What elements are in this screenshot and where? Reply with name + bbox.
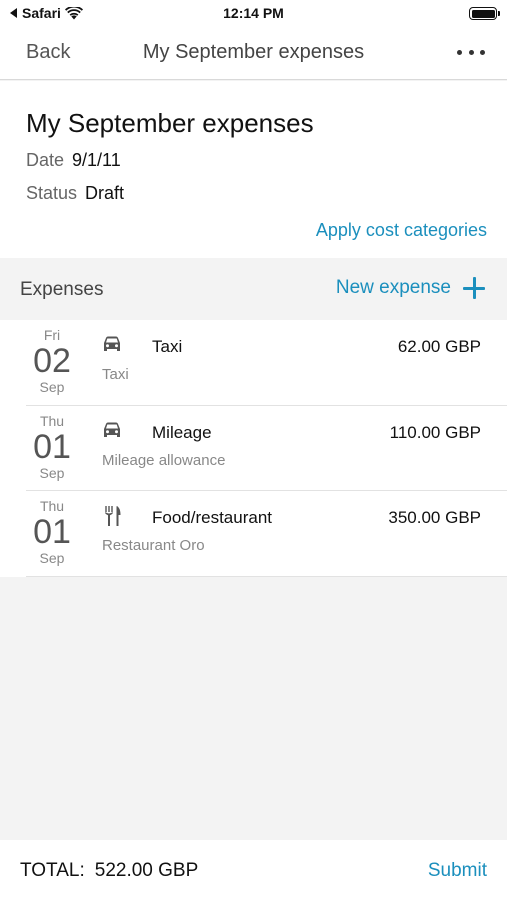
car-icon [104,422,120,437]
expense-date: Thu 01 Sep [22,413,82,481]
expense-day: 01 [33,513,71,551]
status-time: 12:14 PM [223,5,284,21]
expense-day: 01 [33,427,71,466]
expense-month: Sep [39,379,65,395]
new-expense-label: New expense [335,277,451,298]
expense-row[interactable]: Thu 01 Sep Mileage Mileage allowance 110… [0,406,507,492]
battery-icon [469,7,500,20]
expense-description: Mileage allowance [102,451,226,469]
plus-icon [463,277,485,299]
more-dot-icon [457,49,462,55]
date-row: Date 9/1/11 [26,150,121,171]
expense-description: Restaurant Oro [102,537,205,554]
total-label: TOTAL: [20,860,85,881]
expense-row[interactable]: Thu 01 Sep Food/restaurant Restaurant Or… [0,491,507,577]
footer-bar: TOTAL: 522.00 GBP Submit [0,840,507,900]
more-dot-icon [480,49,485,55]
status-value: Draft [85,183,125,203]
expense-date: Thu 01 Sep [22,498,82,566]
battery-fill [471,9,495,18]
expenses-section-title: Expenses [20,279,104,300]
expense-weekday: Thu [39,412,65,429]
status-row: Status Draft [26,183,124,204]
apply-cost-categories-link[interactable]: Apply cost categories [316,220,487,241]
expense-type: Taxi [152,337,183,356]
report-title: My September expenses [26,108,314,138]
status-label: Status [26,183,78,203]
expense-weekday: Fri [43,327,61,343]
expense-list: Fri 02 Sep Taxi Taxi 62.00 GBP Thu 01 Se… [0,320,507,577]
expense-month: Sep [39,464,65,481]
new-expense-button[interactable]: New expense [336,277,485,299]
date-value: 9/1/11 [72,150,121,170]
expense-description: Taxi [102,366,129,383]
submit-button[interactable]: Submit [428,860,487,882]
report-header: My September expenses Date 9/1/11 Status D… [0,81,507,258]
expense-row[interactable]: Fri 02 Sep Taxi Taxi 62.00 GBP [0,320,507,406]
expense-type: Food/restaurant [152,508,273,527]
expenses-section-header: Expenses New expense [0,258,507,320]
total: TOTAL: 522.00 GBP [20,860,198,882]
fork-knife-icon [105,506,121,526]
expense-day: 02 [33,342,71,380]
back-button[interactable]: Back [26,41,70,64]
expense-type: Mileage [152,422,212,442]
more-options-button[interactable] [457,42,485,62]
date-label: Date [26,150,65,170]
nav-title: My September expenses [142,41,365,63]
expense-weekday: Thu [39,498,65,514]
expense-amount: 62.00 GBP [397,337,481,356]
expense-amount: 350.00 GBP [388,508,481,527]
more-dot-icon [468,49,474,55]
car-icon [104,336,120,351]
nav-bar: Back My September expenses [0,28,507,80]
expense-amount: 110.00 GBP [389,422,481,442]
total-value: 522.00 GBP [94,860,199,881]
expense-month: Sep [39,550,65,566]
status-bar: Safari 12:14 PM [0,0,507,28]
expense-date: Fri 02 Sep [22,327,82,395]
